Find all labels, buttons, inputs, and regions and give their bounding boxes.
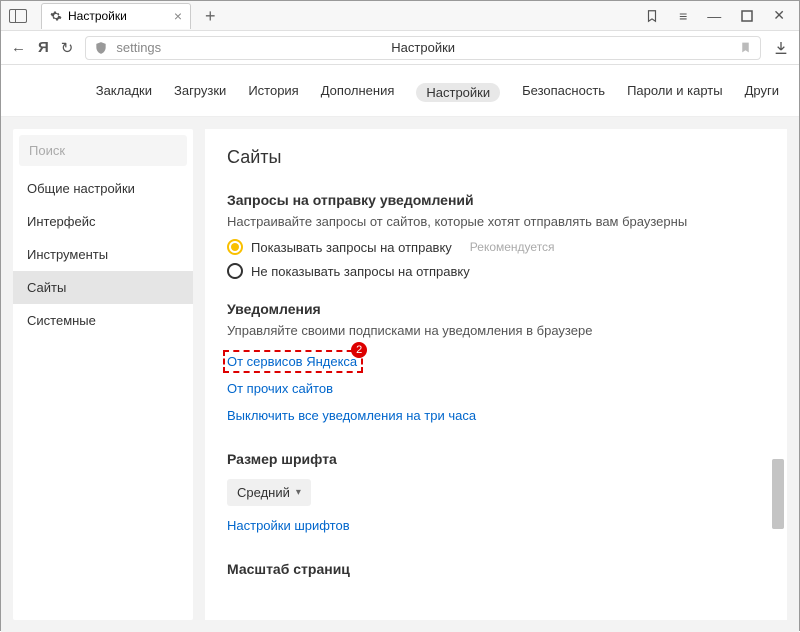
radio-show-requests[interactable]: Показывать запросы на отправку Рекоменду…	[227, 239, 765, 255]
gear-icon	[50, 10, 62, 22]
sidebar-item-tools[interactable]: Инструменты	[13, 238, 193, 271]
bookmark-icon[interactable]	[739, 40, 752, 55]
link-mute-3h[interactable]: Выключить все уведомления на три часа	[227, 408, 476, 423]
minimize-button[interactable]: —	[707, 8, 721, 24]
navtab-settings[interactable]: Настройки	[416, 83, 500, 102]
navtab-history[interactable]: История	[248, 83, 298, 102]
search-input[interactable]: Поиск	[19, 135, 187, 166]
maximize-button[interactable]	[741, 10, 753, 22]
new-tab-button[interactable]: +	[205, 7, 216, 25]
radio-label: Не показывать запросы на отправку	[251, 264, 470, 279]
annotation-callout-2	[223, 350, 363, 373]
main-panel: Сайты Запросы на отправку уведомлений На…	[205, 129, 787, 620]
bookmark-ribbon-icon[interactable]	[645, 8, 659, 24]
close-tab-icon[interactable]: ×	[174, 8, 182, 24]
shield-icon	[94, 41, 108, 55]
radio-icon	[227, 239, 243, 255]
browser-tab[interactable]: Настройки ×	[41, 3, 191, 29]
navtab-other[interactable]: Други	[745, 83, 779, 102]
settings-nav: Закладки Загрузки История Дополнения Нас…	[1, 65, 799, 117]
sidebar-item-system[interactable]: Системные	[13, 304, 193, 337]
downloads-icon[interactable]	[773, 40, 789, 56]
reload-button[interactable]: ↻	[61, 39, 74, 57]
link-font-settings[interactable]: Настройки шрифтов	[227, 518, 350, 533]
sidebar-item-sites[interactable]: Сайты	[13, 271, 193, 304]
scrollbar-thumb[interactable]	[772, 459, 784, 529]
annotation-badge-2: 2	[351, 342, 367, 358]
section-notif-requests-desc: Настраивайте запросы от сайтов, которые …	[227, 214, 765, 229]
radio-hide-requests[interactable]: Не показывать запросы на отправку	[227, 263, 765, 279]
page-heading: Сайты	[227, 147, 765, 168]
sidebar-item-interface[interactable]: Интерфейс	[13, 205, 193, 238]
section-font-size-heading: Размер шрифта	[227, 451, 765, 467]
font-size-select[interactable]: Средний ▾	[227, 479, 311, 506]
recommended-label: Рекомендуется	[470, 240, 555, 254]
page-title-in-bar: Настройки	[391, 40, 455, 55]
section-notifications-desc: Управляйте своими подписками на уведомле…	[227, 323, 765, 338]
url-text: settings	[116, 40, 161, 55]
navtab-bookmarks[interactable]: Закладки	[96, 83, 152, 102]
address-bar[interactable]: settings Настройки	[85, 36, 761, 60]
section-notifications-heading: Уведомления	[227, 301, 765, 317]
navtab-passwords[interactable]: Пароли и карты	[627, 83, 723, 102]
yandex-home-icon[interactable]: Я	[38, 39, 49, 56]
panel-toggle-icon[interactable]	[9, 9, 27, 23]
chevron-down-icon: ▾	[296, 487, 301, 498]
tab-title: Настройки	[68, 9, 127, 23]
sidebar-item-general[interactable]: Общие настройки	[13, 172, 193, 205]
navtab-downloads[interactable]: Загрузки	[174, 83, 226, 102]
menu-icon[interactable]: ≡	[679, 8, 687, 24]
settings-sidebar: Поиск Общие настройки Интерфейс Инструме…	[13, 129, 193, 620]
close-window-button[interactable]: ✕	[773, 7, 785, 24]
navtab-security[interactable]: Безопасность	[522, 83, 605, 102]
radio-label: Показывать запросы на отправку	[251, 240, 452, 255]
link-other-sites[interactable]: От прочих сайтов	[227, 381, 333, 396]
select-value: Средний	[237, 485, 290, 500]
radio-icon	[227, 263, 243, 279]
back-button[interactable]: ←	[11, 39, 26, 56]
section-notif-requests-heading: Запросы на отправку уведомлений	[227, 192, 765, 208]
navtab-addons[interactable]: Дополнения	[321, 83, 395, 102]
section-page-zoom-heading: Масштаб страниц	[227, 561, 765, 577]
